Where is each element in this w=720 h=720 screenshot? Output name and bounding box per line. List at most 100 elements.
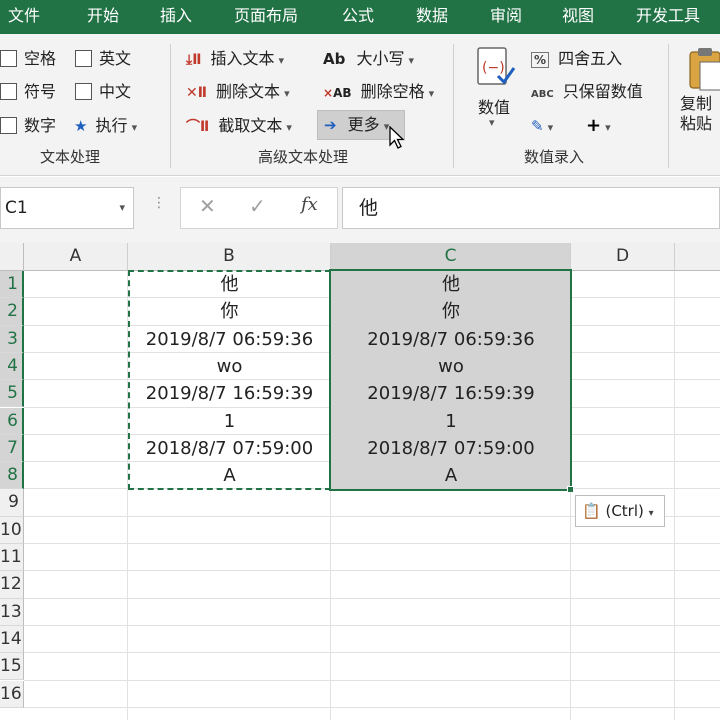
chinese-label: 中文 <box>99 82 132 101</box>
formula-buttons: ✕ ✓ fx <box>180 187 338 229</box>
case-button[interactable]: Ab 大小写 ▾ <box>323 46 414 72</box>
extract-text-icon: ⌒Ⅱ <box>186 119 210 135</box>
chinese-checkbox[interactable] <box>75 83 92 100</box>
row-header[interactable]: 8 <box>0 462 24 490</box>
row-header[interactable]: 4 <box>0 352 24 381</box>
column-header-c[interactable]: C <box>331 243 571 271</box>
delete-text-label: 删除文本 <box>216 82 281 101</box>
row-gridline <box>24 679 720 681</box>
edit-icon: ✎ <box>531 117 544 135</box>
menu-review[interactable]: 审阅 <box>490 0 522 34</box>
insert-text-label: 插入文本 <box>210 49 275 68</box>
delete-text-icon: ✕Ⅱ <box>186 85 207 101</box>
row-gridline <box>24 706 720 708</box>
row-header[interactable]: 6 <box>0 407 24 435</box>
column-gridline <box>674 271 675 720</box>
row-header[interactable]: 5 <box>0 380 24 408</box>
row-header[interactable]: 14 <box>0 625 24 654</box>
menu-bar: 文件 开始 插入 页面布局 公式 数据 审阅 视图 开发工具 <box>0 0 720 34</box>
column-header-d[interactable]: D <box>571 243 675 271</box>
chevron-down-icon: ▾ <box>278 54 285 67</box>
menu-home[interactable]: 开始 <box>87 0 119 34</box>
menu-formulas[interactable]: 公式 <box>342 0 374 34</box>
paste-options-label: (Ctrl) <box>605 502 644 520</box>
row-header[interactable]: 13 <box>0 598 24 626</box>
insert-function-icon[interactable]: fx <box>301 194 318 215</box>
menu-developer[interactable]: 开发工具 <box>636 0 700 34</box>
chevron-down-icon: ▾ <box>547 121 554 134</box>
formula-input[interactable]: 他 <box>342 187 720 229</box>
enter-icon[interactable]: ✓ <box>249 194 266 218</box>
keep-values-icon: ABC <box>531 89 554 100</box>
chevron-down-icon: ▾ <box>605 121 611 134</box>
chevron-down-icon: ▾ <box>286 121 292 134</box>
copy-paste-button[interactable]: 复制粘贴 <box>678 44 720 148</box>
menu-page-layout[interactable]: 页面布局 <box>234 0 298 34</box>
spreadsheet-grid: A B C D 1 2 3 4 5 6 7 8 9 10 11 12 13 14 15 16 他你 2019/8… <box>0 243 720 720</box>
row-header[interactable]: 1 <box>0 271 24 299</box>
menu-view[interactable]: 视图 <box>562 0 594 34</box>
menu-insert[interactable]: 插入 <box>160 0 192 34</box>
round-button[interactable]: % 四舍五入 <box>531 46 622 72</box>
value-icon: (−) <box>477 47 516 85</box>
case-icon: Ab <box>323 50 346 68</box>
english-checkbox[interactable] <box>75 50 92 67</box>
copy-marquee <box>128 270 331 490</box>
arrow-right-icon: ➔ <box>324 116 337 134</box>
clipboard-icon: 📋 <box>582 502 601 520</box>
row-header[interactable]: 7 <box>0 434 24 463</box>
group-separator <box>170 44 171 168</box>
delete-text-button[interactable]: ✕Ⅱ 删除文本 ▾ <box>186 79 290 105</box>
select-all-corner[interactable] <box>0 243 24 271</box>
extract-text-button[interactable]: ⌒Ⅱ 截取文本 ▾ <box>186 113 292 139</box>
paste-options-button[interactable]: 📋 (Ctrl) ▾ <box>575 495 665 527</box>
row-header[interactable]: 16 <box>0 680 24 708</box>
group-separator <box>453 44 454 168</box>
chevron-down-icon: ▾ <box>131 121 138 134</box>
value-button[interactable]: (−) 数值 ▾ <box>472 44 518 140</box>
ribbon: 空格 英文 符号 中文 数字 ★ 执行 ▾ 文本处理 ⤓Ⅱ 插入文本 ▾ ✕Ⅱ 删除… <box>0 34 720 176</box>
group-label-advanced: 高级文本处理 <box>258 148 349 166</box>
plus-icon: + <box>586 115 602 136</box>
group-label-text: 文本处理 <box>40 148 101 166</box>
keep-values-button[interactable]: ABC 只保留数值 <box>531 79 643 105</box>
delete-space-button[interactable]: ×AB 删除空格 ▾ <box>323 79 434 105</box>
execute-button[interactable]: ★ 执行 ▾ <box>74 113 137 139</box>
number-checkbox[interactable] <box>0 117 17 134</box>
menu-file[interactable]: 文件 <box>8 0 40 34</box>
cancel-icon[interactable]: ✕ <box>199 194 216 218</box>
chevron-down-icon: ▾ <box>284 87 290 100</box>
svg-text:(−): (−) <box>482 60 505 76</box>
round-icon: % <box>531 52 550 68</box>
column-header-b[interactable]: B <box>128 243 331 271</box>
group-separator <box>668 44 669 168</box>
more-options-icon[interactable]: ⋮ <box>152 195 166 211</box>
row-gridline <box>24 652 720 654</box>
extract-text-label: 截取文本 <box>218 116 283 135</box>
chevron-down-icon: ▾ <box>119 201 125 214</box>
column-header-a[interactable]: A <box>24 243 128 271</box>
row-header[interactable]: 2 <box>0 298 24 326</box>
delete-space-label: 删除空格 <box>360 82 425 101</box>
symbol-checkbox[interactable] <box>0 83 17 100</box>
edit-dropdown-button[interactable]: ✎ ▾ <box>531 113 553 139</box>
row-header[interactable]: 12 <box>0 571 24 599</box>
row-header[interactable]: 9 <box>0 489 24 517</box>
name-box[interactable]: C1 ▾ <box>0 187 134 229</box>
row-header[interactable]: 3 <box>0 325 24 353</box>
clipboard-icon <box>689 48 720 91</box>
fill-handle[interactable] <box>567 486 574 493</box>
row-header[interactable]: 11 <box>0 544 24 572</box>
insert-text-icon: ⤓Ⅱ <box>186 52 202 68</box>
more-button-content: ➔ 更多 ▾ <box>324 112 389 138</box>
column-header-e[interactable] <box>675 243 720 271</box>
symbol-label: 符号 <box>24 82 57 101</box>
more-label: 更多 <box>347 115 380 134</box>
chevron-down-icon: ▾ <box>648 508 654 519</box>
add-dropdown-button[interactable]: + ▾ <box>586 113 611 139</box>
row-header[interactable]: 15 <box>0 653 24 681</box>
row-header[interactable]: 10 <box>0 516 24 544</box>
insert-text-button[interactable]: ⤓Ⅱ 插入文本 ▾ <box>186 46 284 72</box>
space-checkbox[interactable] <box>0 50 17 67</box>
menu-data[interactable]: 数据 <box>416 0 448 34</box>
